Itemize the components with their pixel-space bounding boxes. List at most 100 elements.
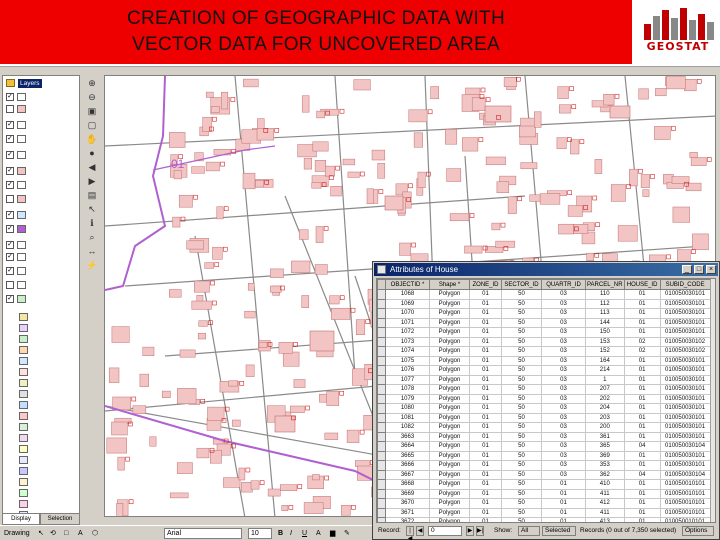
text-tool-icon[interactable]: A bbox=[78, 528, 83, 539]
row-selector[interactable] bbox=[377, 289, 386, 300]
table-row[interactable]: 1071 Polygon 01 50 03 144 01 010050030101 bbox=[377, 317, 711, 328]
table-row[interactable]: 1079 Polygon 01 50 03 202 01 010050030101 bbox=[377, 393, 711, 404]
layer-visibility-checkbox[interactable]: ✓ bbox=[6, 225, 14, 233]
fixed-zoom-out-icon[interactable]: ▢ bbox=[85, 119, 99, 131]
row-selector[interactable] bbox=[377, 450, 386, 461]
row-selector[interactable] bbox=[377, 327, 386, 338]
row-selector[interactable] bbox=[377, 431, 386, 442]
layer-visibility-checkbox[interactable] bbox=[6, 195, 14, 203]
layer-entry[interactable] bbox=[3, 280, 79, 291]
italic-button[interactable]: I bbox=[290, 528, 292, 539]
table-row[interactable]: 3664 Polygon 01 50 03 365 04 010050030104 bbox=[377, 441, 711, 452]
table-row[interactable]: 1074 Polygon 01 50 03 152 02 010050030102 bbox=[377, 346, 711, 357]
row-selector[interactable] bbox=[377, 498, 386, 509]
table-row[interactable]: 3663 Polygon 01 50 03 361 01 010050030101 bbox=[377, 431, 711, 442]
layer-entry[interactable]: ✓ bbox=[3, 210, 79, 221]
fill-color-icon[interactable]: ▆ bbox=[330, 528, 335, 539]
font-size-select[interactable]: 10 bbox=[248, 528, 272, 539]
row-selector[interactable] bbox=[377, 479, 386, 490]
layer-visibility-checkbox[interactable]: ✓ bbox=[6, 135, 14, 143]
row-selector[interactable] bbox=[377, 346, 386, 357]
layer-visibility-checkbox[interactable]: ✓ bbox=[6, 121, 14, 129]
row-selector[interactable] bbox=[377, 308, 386, 319]
pan-icon[interactable]: ✋ bbox=[85, 133, 99, 145]
row-selector[interactable] bbox=[377, 317, 386, 328]
table-row[interactable]: 3671 Polygon 01 50 01 411 01 010050010101 bbox=[377, 507, 711, 518]
table-row[interactable]: 1080 Polygon 01 50 03 204 01 010050030101 bbox=[377, 403, 711, 414]
table-row[interactable]: 3672 Polygon 01 50 01 413 01 010050010101 bbox=[377, 517, 711, 522]
row-selector[interactable] bbox=[377, 469, 386, 480]
row-selector[interactable] bbox=[377, 365, 386, 376]
row-selector[interactable] bbox=[377, 488, 386, 499]
layer-entry[interactable]: ✓ bbox=[3, 224, 79, 235]
forward-extent-icon[interactable]: ▶ bbox=[85, 175, 99, 187]
hyperlink-icon[interactable]: ⚡ bbox=[85, 259, 99, 271]
table-row[interactable]: 3667 Polygon 01 50 03 362 04 010050030104 bbox=[377, 469, 711, 480]
table-row[interactable]: 3670 Polygon 01 50 01 412 01 010050010101 bbox=[377, 498, 711, 509]
close-button[interactable]: × bbox=[706, 265, 716, 274]
attribute-window-titlebar[interactable]: Attributes of House _ □ × bbox=[374, 263, 718, 276]
column-header[interactable]: SUBID_CODE bbox=[659, 279, 711, 290]
select-elements-icon-bottom[interactable]: ↖ bbox=[38, 528, 44, 539]
layer-entry[interactable]: ✓ bbox=[3, 266, 79, 277]
select-elements-icon[interactable]: ↖ bbox=[85, 203, 99, 215]
table-row[interactable]: 1082 Polygon 01 50 03 200 01 010050030101 bbox=[377, 422, 711, 433]
row-selector[interactable] bbox=[377, 460, 386, 471]
layer-visibility-checkbox[interactable]: ✓ bbox=[6, 241, 14, 249]
layer-entry[interactable]: ✓ bbox=[3, 240, 79, 251]
table-row[interactable]: 1073 Polygon 01 50 03 153 02 010050030102 bbox=[377, 336, 711, 347]
tab-selection[interactable]: Selection bbox=[40, 513, 80, 525]
table-row[interactable]: 1076 Polygon 01 50 03 214 01 010050030101 bbox=[377, 365, 711, 376]
table-row[interactable]: 1072 Polygon 01 50 03 150 01 010050030101 bbox=[377, 327, 711, 338]
row-selector[interactable] bbox=[377, 374, 386, 385]
find-icon[interactable]: ⌕ bbox=[85, 231, 99, 243]
bold-button[interactable]: B bbox=[278, 528, 283, 539]
table-row[interactable]: 1078 Polygon 01 50 03 207 01 010050030101 bbox=[377, 384, 711, 395]
fixed-zoom-in-icon[interactable]: ▣ bbox=[85, 105, 99, 117]
table-row[interactable]: 3665 Polygon 01 50 03 369 01 010050030101 bbox=[377, 450, 711, 461]
layer-entry[interactable] bbox=[3, 194, 79, 205]
layer-visibility-checkbox[interactable]: ✓ bbox=[6, 267, 14, 275]
column-header[interactable]: OBJECTID * bbox=[385, 279, 430, 290]
attribute-table-window[interactable]: Attributes of House _ □ × OBJECTID * Shap… bbox=[372, 261, 720, 540]
show-selected-button[interactable]: Selected bbox=[542, 526, 576, 536]
column-header[interactable]: Shape * bbox=[429, 279, 470, 290]
layer-visibility-checkbox[interactable]: ✓ bbox=[6, 167, 14, 175]
layer-entry[interactable] bbox=[3, 104, 79, 115]
column-header[interactable]: QUARTR_ID bbox=[541, 279, 586, 290]
maximize-button[interactable]: □ bbox=[694, 265, 704, 274]
last-record-button[interactable]: ▶| bbox=[476, 526, 484, 536]
zoom-out-icon[interactable]: ⊖ bbox=[85, 91, 99, 103]
row-selector[interactable] bbox=[377, 355, 386, 366]
row-selector[interactable] bbox=[377, 336, 386, 347]
table-row[interactable]: 1070 Polygon 01 50 03 113 01 010050030101 bbox=[377, 308, 711, 319]
column-header[interactable]: SECTOR_ID bbox=[501, 279, 542, 290]
layer-visibility-checkbox[interactable]: ✓ bbox=[6, 93, 14, 101]
table-row[interactable]: 3669 Polygon 01 50 01 411 01 010050010101 bbox=[377, 488, 711, 499]
row-selector[interactable] bbox=[377, 422, 386, 433]
table-row[interactable]: 3668 Polygon 01 50 01 410 01 010050010101 bbox=[377, 479, 711, 490]
layers-root[interactable]: Layers bbox=[6, 78, 78, 89]
font-color-icon[interactable]: A bbox=[316, 528, 321, 539]
draw-shape-icon[interactable]: ⬡ bbox=[92, 528, 98, 539]
row-selector[interactable] bbox=[377, 393, 386, 404]
layer-visibility-checkbox[interactable]: ✓ bbox=[6, 151, 14, 159]
table-row[interactable]: 1077 Polygon 01 50 03 1 01 010050030101 bbox=[377, 374, 711, 385]
first-record-button[interactable]: |◀ bbox=[406, 526, 414, 540]
table-row[interactable]: 1069 Polygon 01 50 03 112 01 010050030101 bbox=[377, 298, 711, 309]
column-header[interactable]: HOUSE_ID bbox=[623, 279, 661, 290]
layer-visibility-checkbox[interactable]: ✓ bbox=[6, 211, 14, 219]
row-selector[interactable] bbox=[377, 441, 386, 452]
row-selector[interactable] bbox=[377, 507, 386, 518]
table-row[interactable]: 1068 Polygon 01 50 03 110 01 010050030101 bbox=[377, 289, 711, 300]
table-row[interactable]: 1075 Polygon 01 50 03 164 01 010050030101 bbox=[377, 355, 711, 366]
layer-visibility-checkbox[interactable]: ✓ bbox=[6, 295, 14, 303]
next-record-button[interactable]: ▶ bbox=[466, 526, 474, 536]
previous-record-button[interactable]: ◀ bbox=[416, 526, 424, 536]
layer-entry[interactable]: ✓ bbox=[3, 252, 79, 263]
layer-entry[interactable]: ✓ bbox=[3, 120, 79, 131]
font-select[interactable]: Arial bbox=[164, 528, 242, 539]
column-header[interactable]: PARCEL_NR bbox=[585, 279, 625, 290]
tab-display[interactable]: Display bbox=[2, 513, 40, 525]
identify-icon[interactable]: ℹ bbox=[85, 217, 99, 229]
